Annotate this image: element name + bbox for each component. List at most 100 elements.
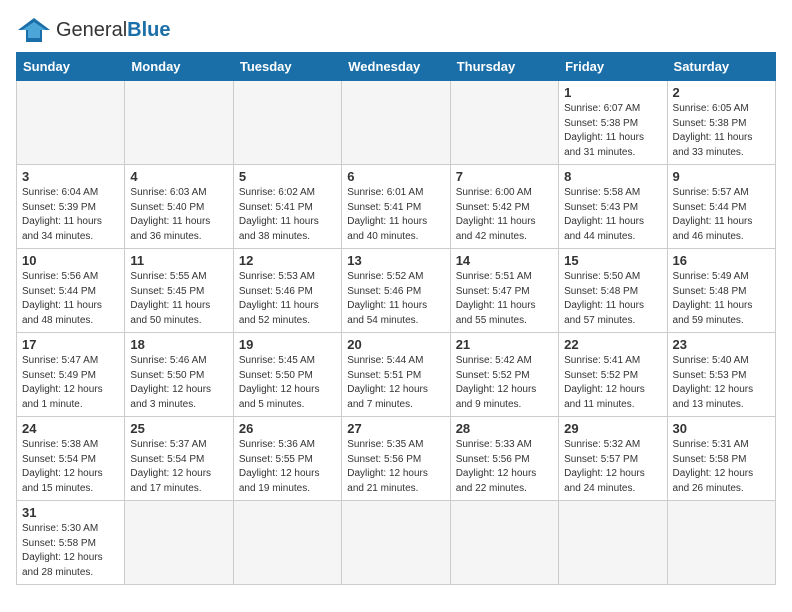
day-info: Sunrise: 5:33 AM Sunset: 5:56 PM Dayligh… bbox=[456, 438, 553, 496]
calendar-cell: 31 Sunrise: 5:30 AM Sunset: 5:58 PM Dayli… bbox=[17, 501, 125, 585]
day-number: 19 bbox=[239, 337, 336, 352]
calendar-cell bbox=[667, 501, 775, 585]
calendar-cell bbox=[450, 81, 558, 165]
day-number: 15 bbox=[564, 253, 661, 268]
day-number: 20 bbox=[347, 337, 444, 352]
calendar-cell: 9Sunrise: 5:57 AM Sunset: 5:44 PM Daylig… bbox=[667, 165, 775, 249]
day-number: 1 bbox=[564, 85, 661, 100]
day-number: 10 bbox=[22, 253, 119, 268]
calendar-cell: 1Sunrise: 6:07 AM Sunset: 5:38 PM Daylig… bbox=[559, 81, 667, 165]
day-info: Sunrise: 5:58 AM Sunset: 5:43 PM Dayligh… bbox=[564, 186, 661, 244]
calendar-cell: 21 Sunrise: 5:42 AM Sunset: 5:52 PM Dayli… bbox=[450, 333, 558, 417]
day-info: Sunrise: 5:41 AM Sunset: 5:52 PM Dayligh… bbox=[564, 354, 661, 412]
day-number: 27 bbox=[347, 421, 444, 436]
calendar-cell: 19 Sunrise: 5:45 AM Sunset: 5:50 PM Dayli… bbox=[233, 333, 341, 417]
day-number: 6 bbox=[347, 169, 444, 184]
day-number: 26 bbox=[239, 421, 336, 436]
calendar-cell bbox=[233, 501, 341, 585]
week-row-3: 10 Sunrise: 5:56 AM Sunset: 5:44 PM Dayli… bbox=[17, 249, 776, 333]
day-number: 29 bbox=[564, 421, 661, 436]
calendar-cell: 29Sunrise: 5:32 AM Sunset: 5:57 PM Dayli… bbox=[559, 417, 667, 501]
calendar-cell: 18 Sunrise: 5:46 AM Sunset: 5:50 PM Dayli… bbox=[125, 333, 233, 417]
calendar-cell bbox=[559, 501, 667, 585]
calendar-cell: 3Sunrise: 6:04 AM Sunset: 5:39 PM Daylig… bbox=[17, 165, 125, 249]
calendar-cell: 11 Sunrise: 5:55 AM Sunset: 5:45 PM Dayli… bbox=[125, 249, 233, 333]
calendar-cell: 25 Sunrise: 5:37 AM Sunset: 5:54 PM Dayli… bbox=[125, 417, 233, 501]
header: GeneralBlue bbox=[16, 16, 776, 44]
calendar-cell: 13Sunrise: 5:52 AM Sunset: 5:46 PM Dayli… bbox=[342, 249, 450, 333]
day-number: 16 bbox=[673, 253, 770, 268]
weekday-header-row: SundayMondayTuesdayWednesdayThursdayFrid… bbox=[17, 53, 776, 81]
calendar-cell: 24Sunrise: 5:38 AM Sunset: 5:54 PM Dayli… bbox=[17, 417, 125, 501]
day-number: 28 bbox=[456, 421, 553, 436]
weekday-header-wednesday: Wednesday bbox=[342, 53, 450, 81]
day-number: 21 bbox=[456, 337, 553, 352]
day-number: 18 bbox=[130, 337, 227, 352]
calendar-cell bbox=[233, 81, 341, 165]
day-info: Sunrise: 6:00 AM Sunset: 5:42 PM Dayligh… bbox=[456, 186, 553, 244]
calendar-cell: 27Sunrise: 5:35 AM Sunset: 5:56 PM Dayli… bbox=[342, 417, 450, 501]
day-info: Sunrise: 5:37 AM Sunset: 5:54 PM Dayligh… bbox=[130, 438, 227, 496]
logo-text: GeneralBlue bbox=[56, 19, 171, 42]
day-number: 23 bbox=[673, 337, 770, 352]
day-info: Sunrise: 5:30 AM Sunset: 5:58 PM Dayligh… bbox=[22, 522, 119, 580]
day-info: Sunrise: 5:49 AM Sunset: 5:48 PM Dayligh… bbox=[673, 270, 770, 328]
calendar-cell: 5Sunrise: 6:02 AM Sunset: 5:41 PM Daylig… bbox=[233, 165, 341, 249]
day-info: Sunrise: 5:31 AM Sunset: 5:58 PM Dayligh… bbox=[673, 438, 770, 496]
day-number: 25 bbox=[130, 421, 227, 436]
calendar-cell: 26 Sunrise: 5:36 AM Sunset: 5:55 PM Dayli… bbox=[233, 417, 341, 501]
day-info: Sunrise: 5:36 AM Sunset: 5:55 PM Dayligh… bbox=[239, 438, 336, 496]
weekday-header-thursday: Thursday bbox=[450, 53, 558, 81]
day-number: 9 bbox=[673, 169, 770, 184]
day-info: Sunrise: 6:05 AM Sunset: 5:38 PM Dayligh… bbox=[673, 102, 770, 160]
day-info: Sunrise: 5:56 AM Sunset: 5:44 PM Dayligh… bbox=[22, 270, 119, 328]
logo-icon bbox=[16, 16, 52, 44]
calendar-cell: 4Sunrise: 6:03 AM Sunset: 5:40 PM Daylig… bbox=[125, 165, 233, 249]
day-number: 12 bbox=[239, 253, 336, 268]
calendar-cell bbox=[342, 501, 450, 585]
calendar-cell: 22 Sunrise: 5:41 AM Sunset: 5:52 PM Dayli… bbox=[559, 333, 667, 417]
day-number: 11 bbox=[130, 253, 227, 268]
weekday-header-sunday: Sunday bbox=[17, 53, 125, 81]
calendar-cell: 28 Sunrise: 5:33 AM Sunset: 5:56 PM Dayli… bbox=[450, 417, 558, 501]
day-number: 22 bbox=[564, 337, 661, 352]
weekday-header-monday: Monday bbox=[125, 53, 233, 81]
day-info: Sunrise: 5:42 AM Sunset: 5:52 PM Dayligh… bbox=[456, 354, 553, 412]
day-info: Sunrise: 5:47 AM Sunset: 5:49 PM Dayligh… bbox=[22, 354, 119, 412]
calendar-cell: 23 Sunrise: 5:40 AM Sunset: 5:53 PM Dayli… bbox=[667, 333, 775, 417]
week-row-1: 1Sunrise: 6:07 AM Sunset: 5:38 PM Daylig… bbox=[17, 81, 776, 165]
calendar-cell: 10 Sunrise: 5:56 AM Sunset: 5:44 PM Dayli… bbox=[17, 249, 125, 333]
calendar-cell: 17 Sunrise: 5:47 AM Sunset: 5:49 PM Dayli… bbox=[17, 333, 125, 417]
day-info: Sunrise: 6:01 AM Sunset: 5:41 PM Dayligh… bbox=[347, 186, 444, 244]
day-info: Sunrise: 5:45 AM Sunset: 5:50 PM Dayligh… bbox=[239, 354, 336, 412]
calendar-cell: 12Sunrise: 5:53 AM Sunset: 5:46 PM Dayli… bbox=[233, 249, 341, 333]
calendar-cell bbox=[17, 81, 125, 165]
week-row-5: 24Sunrise: 5:38 AM Sunset: 5:54 PM Dayli… bbox=[17, 417, 776, 501]
day-info: Sunrise: 6:03 AM Sunset: 5:40 PM Dayligh… bbox=[130, 186, 227, 244]
calendar-cell: 14Sunrise: 5:51 AM Sunset: 5:47 PM Dayli… bbox=[450, 249, 558, 333]
calendar-cell: 20Sunrise: 5:44 AM Sunset: 5:51 PM Dayli… bbox=[342, 333, 450, 417]
week-row-4: 17 Sunrise: 5:47 AM Sunset: 5:49 PM Dayli… bbox=[17, 333, 776, 417]
week-row-6: 31 Sunrise: 5:30 AM Sunset: 5:58 PM Dayli… bbox=[17, 501, 776, 585]
day-number: 31 bbox=[22, 505, 119, 520]
logo: GeneralBlue bbox=[16, 16, 171, 44]
calendar-cell bbox=[450, 501, 558, 585]
page-container: GeneralBlue SundayMondayTuesdayWednesday… bbox=[16, 16, 776, 585]
calendar-cell bbox=[125, 81, 233, 165]
day-info: Sunrise: 5:38 AM Sunset: 5:54 PM Dayligh… bbox=[22, 438, 119, 496]
day-info: Sunrise: 5:50 AM Sunset: 5:48 PM Dayligh… bbox=[564, 270, 661, 328]
day-info: Sunrise: 6:04 AM Sunset: 5:39 PM Dayligh… bbox=[22, 186, 119, 244]
day-info: Sunrise: 5:51 AM Sunset: 5:47 PM Dayligh… bbox=[456, 270, 553, 328]
calendar-cell bbox=[342, 81, 450, 165]
day-number: 2 bbox=[673, 85, 770, 100]
calendar-cell: 30Sunrise: 5:31 AM Sunset: 5:58 PM Dayli… bbox=[667, 417, 775, 501]
calendar-cell: 8Sunrise: 5:58 AM Sunset: 5:43 PM Daylig… bbox=[559, 165, 667, 249]
day-info: Sunrise: 5:46 AM Sunset: 5:50 PM Dayligh… bbox=[130, 354, 227, 412]
calendar-cell bbox=[125, 501, 233, 585]
week-row-2: 3Sunrise: 6:04 AM Sunset: 5:39 PM Daylig… bbox=[17, 165, 776, 249]
day-number: 17 bbox=[22, 337, 119, 352]
day-info: Sunrise: 5:55 AM Sunset: 5:45 PM Dayligh… bbox=[130, 270, 227, 328]
calendar-cell: 6 Sunrise: 6:01 AM Sunset: 5:41 PM Daylig… bbox=[342, 165, 450, 249]
day-info: Sunrise: 5:40 AM Sunset: 5:53 PM Dayligh… bbox=[673, 354, 770, 412]
calendar-cell: 2 Sunrise: 6:05 AM Sunset: 5:38 PM Daylig… bbox=[667, 81, 775, 165]
